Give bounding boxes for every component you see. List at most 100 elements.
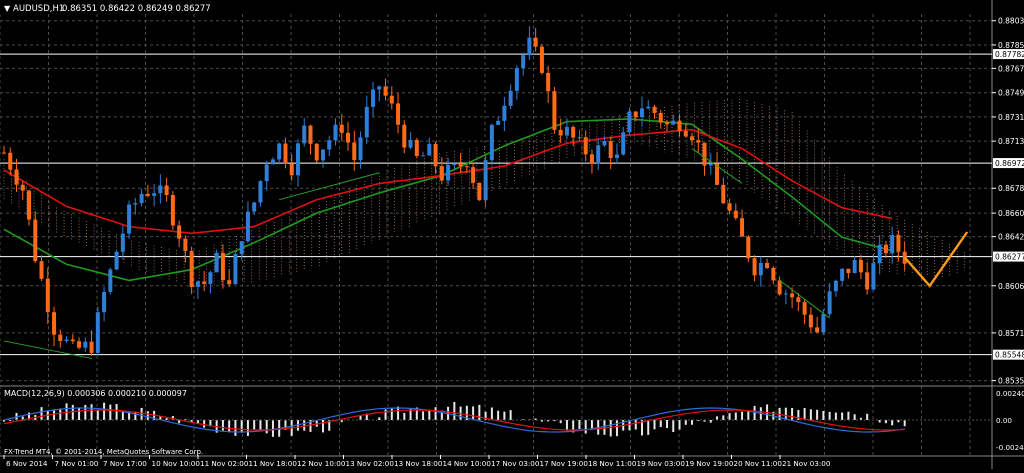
- candle-body: [258, 181, 262, 202]
- candle-body: [121, 234, 125, 252]
- macd-histogram-bar: [322, 420, 324, 432]
- chart-canvas[interactable]: 0.880300.878500.876760.874950.873150.871…: [0, 0, 1024, 469]
- candle-body: [108, 269, 112, 291]
- candle-body: [96, 312, 100, 353]
- macd-histogram-bar: [672, 420, 674, 432]
- macd-histogram-bar: [103, 403, 105, 420]
- candle-body: [233, 254, 237, 284]
- price-tick-label: 0.87135: [998, 137, 1024, 146]
- macd-histogram-bar: [266, 420, 268, 433]
- candle-body: [690, 136, 694, 140]
- candle-body: [40, 261, 44, 279]
- macd-histogram-bar: [904, 420, 906, 426]
- time-tick-label: 19 Nov 03:00: [637, 459, 686, 468]
- candle-body: [277, 144, 281, 160]
- macd-histogram-bar: [735, 412, 737, 420]
- candle-body: [721, 185, 725, 203]
- candle-body: [652, 107, 656, 113]
- candle-body: [809, 315, 813, 328]
- macd-histogram-bar: [653, 420, 655, 429]
- candle-body: [596, 145, 600, 163]
- candle-body: [283, 144, 287, 164]
- macd-histogram-bar: [847, 412, 849, 420]
- candle-body: [896, 235, 900, 252]
- symbol-dropdown-icon[interactable]: ▼: [4, 4, 11, 13]
- candle-body: [2, 153, 6, 154]
- time-tick-label: 17 Nov 03:00: [491, 459, 540, 468]
- macd-histogram-bar: [804, 408, 806, 420]
- candle-body: [790, 293, 794, 297]
- time-tick-label: 17 Nov 19:00: [540, 459, 589, 468]
- macd-histogram-bar: [259, 420, 261, 430]
- candle-body: [246, 212, 250, 242]
- price-tick-label: 0.87495: [998, 89, 1024, 98]
- macd-histogram-bar: [610, 420, 612, 437]
- candle-body: [627, 112, 631, 133]
- macd-histogram-bar: [385, 409, 387, 420]
- time-tick-label: 11 Nov 18:00: [249, 459, 298, 468]
- candle-body: [190, 251, 194, 287]
- candle-body: [590, 154, 594, 163]
- candle-body: [365, 107, 369, 138]
- macd-histogram-bar: [241, 420, 243, 433]
- candle-body: [46, 279, 50, 312]
- candle-body: [440, 166, 444, 180]
- candle-body: [58, 335, 62, 341]
- candle-body: [452, 164, 456, 165]
- candle-body: [471, 167, 475, 183]
- candle-body: [315, 144, 319, 161]
- macd-histogram-bar: [729, 413, 731, 420]
- candle-body: [803, 302, 807, 315]
- macd-histogram-bar: [53, 410, 55, 420]
- macd-histogram-bar: [522, 419, 524, 420]
- price-tick-label: 0.87315: [998, 113, 1024, 122]
- macd-histogram-bar: [741, 412, 743, 420]
- candle-body: [390, 96, 394, 104]
- candle-body: [52, 312, 56, 334]
- price-tick-label: 0.87850: [998, 41, 1024, 50]
- macd-histogram-bar: [866, 414, 868, 420]
- candle-body: [133, 203, 137, 204]
- macd-histogram-bar: [829, 412, 831, 420]
- candle-body: [15, 170, 19, 185]
- candle-body: [165, 185, 169, 195]
- candle-body: [65, 340, 69, 341]
- candle-body: [615, 155, 619, 158]
- candle-body: [540, 47, 544, 73]
- candle-body: [146, 194, 150, 196]
- candle-body: [609, 141, 613, 158]
- macd-histogram-bar: [647, 420, 649, 435]
- macd-histogram-bar: [785, 408, 787, 420]
- macd-histogram-bar: [585, 420, 587, 433]
- candle-body: [565, 127, 569, 136]
- macd-histogram-bar: [97, 411, 99, 420]
- candle-body: [415, 140, 419, 156]
- macd-histogram-bar: [435, 407, 437, 420]
- candle-body: [646, 107, 650, 109]
- candle-body: [490, 125, 494, 160]
- candle-body: [183, 239, 187, 251]
- macd-histogram-bar: [222, 420, 224, 431]
- price-tick-label: 0.86425: [998, 233, 1024, 242]
- trading-chart[interactable]: 0.880300.878500.876760.874950.873150.871…: [0, 0, 1024, 469]
- candle-body: [746, 237, 750, 259]
- candle-body: [665, 123, 669, 125]
- candle-body: [546, 73, 550, 91]
- macd-histogram-bar: [303, 420, 305, 431]
- macd-histogram-bar: [228, 420, 230, 432]
- macd-histogram-bar: [147, 411, 149, 420]
- candle-body: [703, 143, 707, 166]
- macd-histogram-bar: [666, 420, 668, 428]
- macd-histogram-bar: [84, 405, 86, 420]
- price-tick-label: 0.86060: [998, 282, 1024, 291]
- candle-body: [602, 141, 606, 145]
- candle-body: [177, 225, 181, 238]
- macd-histogram-bar: [816, 410, 818, 420]
- candle-body: [340, 125, 344, 133]
- level-label: 0.85548: [995, 351, 1024, 360]
- candle-body: [640, 108, 644, 117]
- candle-body: [102, 292, 106, 312]
- candle-body: [577, 137, 581, 138]
- macd-histogram-bar: [141, 408, 143, 420]
- macd-tick-label: 0.00: [996, 416, 1012, 425]
